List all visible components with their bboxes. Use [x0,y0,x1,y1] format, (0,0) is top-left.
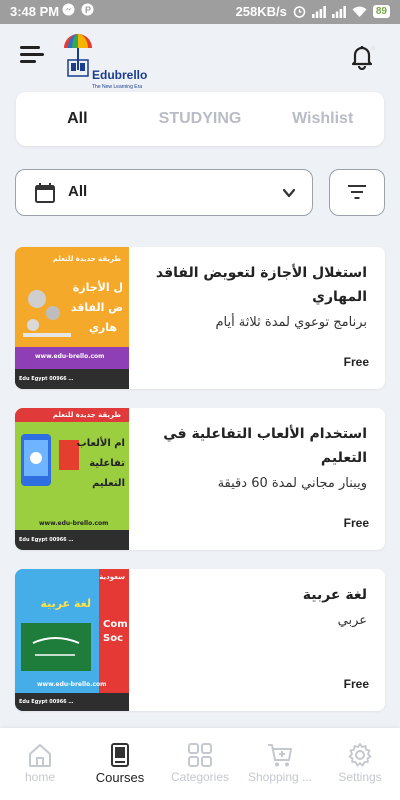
course-subtitle: ويبنار مجاني لمدة 60 دقيقة [217,476,367,491]
course-title: لغة عربية [302,587,367,603]
tab-studying[interactable]: STUDYING [139,110,262,128]
nav-label: home [24,770,56,784]
nav-home[interactable]: home [0,728,80,800]
course-card[interactable]: طريقة جديدة للتعلم ل الأجازة ض الفاقد ها… [15,247,385,389]
nav-courses[interactable]: Courses [80,728,160,800]
logo-tagline: The New Learning Era [92,84,143,90]
notification-icons: P [62,3,94,16]
notifications-bell-icon[interactable] [348,42,376,70]
signal-2-icon [331,5,346,18]
course-price: Free [343,677,369,691]
course-subtitle: برنامج توعوي لمدة ثلاثة أيام [215,315,367,330]
nav-label: Categories [170,770,230,784]
nav-shopping[interactable]: Shopping ... [240,728,320,800]
wifi-icon [352,6,367,17]
tab-all[interactable]: All [16,110,139,128]
p-app-icon: P [81,3,94,16]
nav-label: Settings [338,770,382,784]
messenger-icon [62,3,75,16]
filter-selected-value: All [68,183,88,200]
logo-name: Edubrello [92,68,148,82]
book-icon [111,743,129,767]
menu-icon[interactable] [20,44,44,64]
course-subtitle: عربي [337,613,367,628]
network-speed: 258KB/s [235,4,287,19]
nav-categories[interactable]: Categories [160,728,240,800]
signal-icon [311,5,326,18]
date-filter-select[interactable]: All [15,169,313,216]
chevron-down-icon [282,188,296,198]
gear-icon [348,743,372,767]
course-title: استخدام الألعاب التفاعلية في التعليم [163,426,367,466]
cart-icon [268,744,292,767]
calendar-icon [35,183,55,203]
grid-icon [188,743,212,767]
course-thumbnail: طريقة جديدة للتعلم ل الأجازة ض الفاقد ها… [15,247,129,389]
course-title: استغلال الأجازة لتعويض الفاقد المهاري [155,265,367,305]
app-bar: Edubrello The New Learning Era [0,24,400,90]
alarm-icon [293,6,306,18]
tab-wishlist[interactable]: Wishlist [261,110,384,128]
home-icon [29,744,51,767]
nav-settings[interactable]: Settings [320,728,400,800]
course-price: Free [343,516,369,530]
course-card[interactable]: سعودية لغة عربية Com Soc www.edu-brello.… [15,569,385,711]
nav-label: Courses [95,770,145,785]
course-thumbnail: سعودية لغة عربية Com Soc www.edu-brello.… [15,569,129,711]
course-card[interactable]: طريقة جديدة للتعلم ام الألعاب تفاعلية ال… [15,408,385,550]
status-time: 3:48 PM [10,4,60,19]
sort-filter-button[interactable] [329,169,385,216]
course-thumbnail: طريقة جديدة للتعلم ام الألعاب تفاعلية ال… [15,408,129,550]
nav-label: Shopping ... [247,770,313,784]
course-price: Free [343,355,369,369]
course-1-thumbnail-art [15,247,129,389]
svg-text:P: P [85,5,91,15]
course-tabs: All STUDYING Wishlist [16,92,384,146]
status-right-icons: 258KB/s 89 [236,4,390,19]
bottom-navigation: home Courses Categories Shopping ... Set… [0,728,400,800]
filter-lines-icon [348,185,366,199]
status-bar: 3:48 PM P 258KB/s 89 [0,0,400,24]
battery-level: 89 [372,5,390,18]
